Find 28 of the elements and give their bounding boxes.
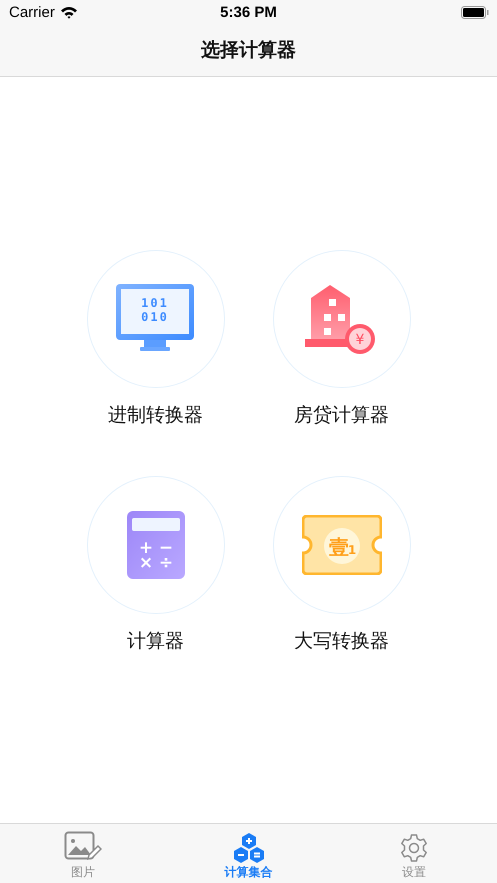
battery-icon (461, 6, 489, 18)
tool-button[interactable]: 101 010 (86, 250, 224, 388)
icon-text: ¥ (355, 332, 364, 348)
tab-item[interactable]: 计算集合 (166, 824, 332, 883)
wifi-icon (60, 6, 78, 18)
hexagons-icon (232, 833, 264, 863)
icon-text: 010 (140, 310, 168, 324)
tab-item[interactable]: 图片 (0, 824, 166, 883)
icon-text: 101 (140, 296, 168, 310)
carrier-name: Carrier (9, 4, 55, 20)
monitor-icon (116, 284, 194, 351)
tool-label: 计算器 (127, 629, 184, 654)
image-edit-icon (64, 831, 102, 863)
settings-icon (399, 833, 430, 863)
tool-button[interactable]: + − × ÷ (86, 476, 224, 614)
tool-label: 房贷计算器 (294, 403, 389, 428)
icon-text: 壹 (328, 535, 348, 559)
tool-label: 进制转换器 (108, 403, 203, 428)
tool-label: 大写转换器 (294, 629, 389, 654)
tab-item[interactable]: 设置 (331, 824, 497, 883)
icon-text: 1 (347, 543, 356, 557)
calculator-icon (126, 511, 184, 579)
tool-button[interactable]: 壹1 (272, 476, 410, 614)
building-coin-icon (304, 285, 374, 354)
ticket-icon (302, 515, 382, 575)
page-title: 选择计算器 (201, 38, 296, 63)
status-time: 5:36 PM (220, 4, 277, 20)
tool-button[interactable]: ¥ (272, 250, 410, 388)
